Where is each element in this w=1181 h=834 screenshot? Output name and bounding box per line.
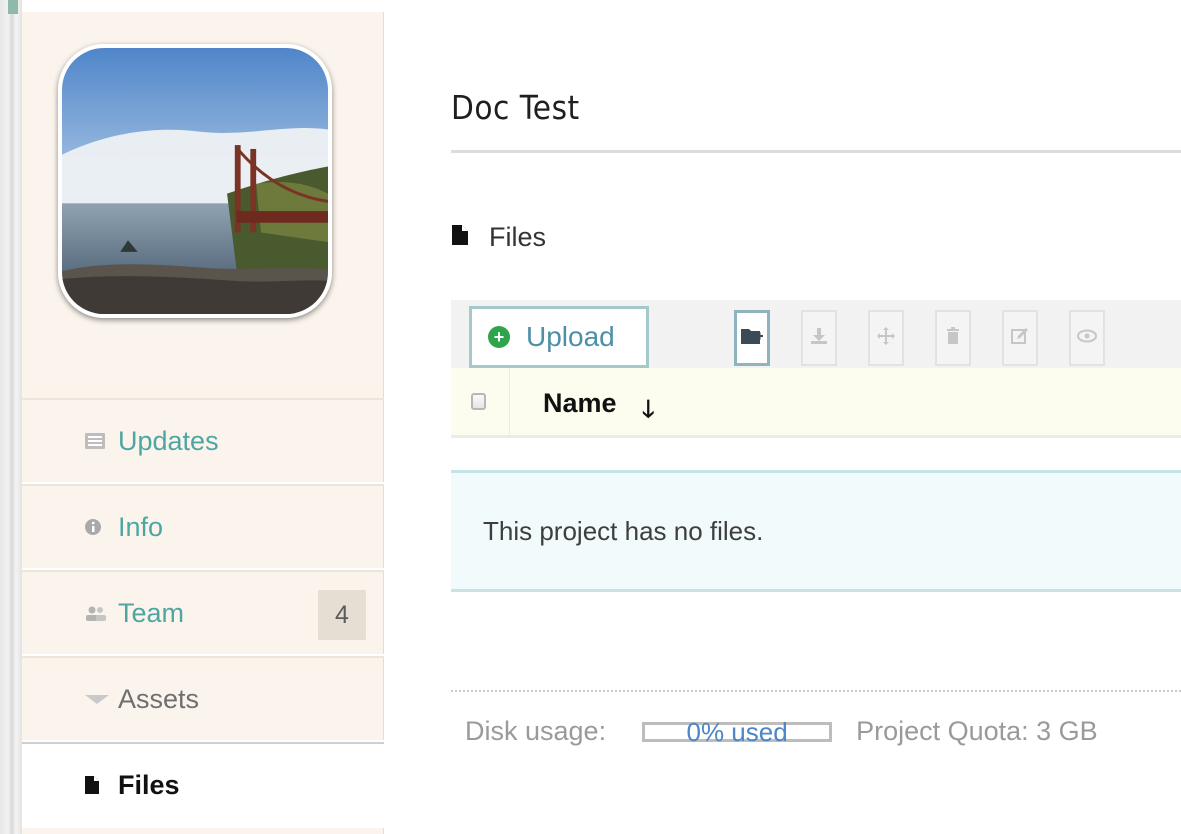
- sidebar-item-label: Updates: [118, 425, 219, 456]
- new-folder-icon: [740, 326, 764, 351]
- sidebar-item-updates[interactable]: Updates: [22, 398, 384, 484]
- sidebar-item-assets[interactable]: Assets: [22, 656, 384, 742]
- project-photo: [62, 48, 328, 314]
- sidebar: Updates Info Team 4 Assets Files: [22, 12, 384, 834]
- project-avatar[interactable]: [58, 44, 332, 318]
- eye-icon: [1077, 329, 1097, 348]
- view-button[interactable]: [1069, 310, 1105, 366]
- team-count-badge: 4: [318, 590, 366, 640]
- file-toolbar: + Upload: [451, 300, 1181, 368]
- move-button[interactable]: [868, 310, 904, 366]
- info-icon: [84, 517, 118, 537]
- edge-marker: [8, 0, 18, 14]
- file-icon: [451, 224, 469, 251]
- project-quota: Project Quota: 3 GB: [856, 716, 1098, 746]
- delete-button[interactable]: [935, 310, 971, 366]
- team-icon: [84, 603, 118, 623]
- empty-message: This project has no files.: [483, 515, 764, 546]
- title-divider: [451, 150, 1181, 153]
- page-title: Doc Test: [451, 88, 580, 127]
- sidebar-item-team[interactable]: Team 4: [22, 570, 384, 656]
- edit-button[interactable]: [1002, 310, 1038, 366]
- select-all-checkbox[interactable]: [471, 393, 486, 410]
- download-icon: [809, 326, 829, 351]
- sidebar-item-info[interactable]: Info: [22, 484, 384, 570]
- sidebar-item-label: Team: [118, 597, 185, 628]
- files-section-header: Files: [451, 222, 546, 253]
- sidebar-nav: Updates Info Team 4 Assets Files: [22, 398, 384, 828]
- footer-divider: [451, 690, 1181, 692]
- disk-usage-text: 0% used: [686, 716, 788, 747]
- name-column-header[interactable]: Name: [543, 388, 617, 419]
- column-divider: [509, 368, 510, 438]
- edit-icon: [1010, 326, 1030, 351]
- app-window: Updates Info Team 4 Assets Files Doc Tes…: [0, 0, 1181, 834]
- outer-frame-edge: [0, 0, 22, 834]
- sidebar-item-files[interactable]: Files: [22, 742, 384, 828]
- sidebar-item-label: Info: [118, 511, 164, 542]
- download-button[interactable]: [801, 310, 837, 366]
- file-icon: [84, 775, 118, 795]
- trash-icon: [945, 326, 961, 351]
- plus-circle-icon: +: [488, 326, 510, 348]
- new-folder-button[interactable]: [734, 310, 770, 366]
- main-content: Doc Test Files + Upload Name 🡓 This proj…: [451, 0, 1181, 834]
- disk-usage-footer: Disk usage: 0% used Project Quota: 3 GB: [465, 716, 1098, 747]
- disk-usage-label: Disk usage:: [465, 716, 607, 746]
- sidebar-item-label: Assets: [118, 683, 200, 714]
- upload-label: Upload: [526, 321, 615, 352]
- sidebar-item-label: Files: [118, 769, 180, 800]
- empty-state: This project has no files.: [451, 470, 1181, 592]
- caret-down-icon: [84, 689, 118, 709]
- disk-usage-bar: 0% used: [642, 716, 833, 747]
- move-icon: [876, 326, 896, 351]
- upload-button[interactable]: + Upload: [469, 306, 649, 368]
- sort-down-icon[interactable]: 🡓: [642, 392, 654, 433]
- file-table-header: Name 🡓: [451, 368, 1181, 438]
- newspaper-icon: [84, 431, 118, 451]
- section-title: Files: [489, 222, 547, 252]
